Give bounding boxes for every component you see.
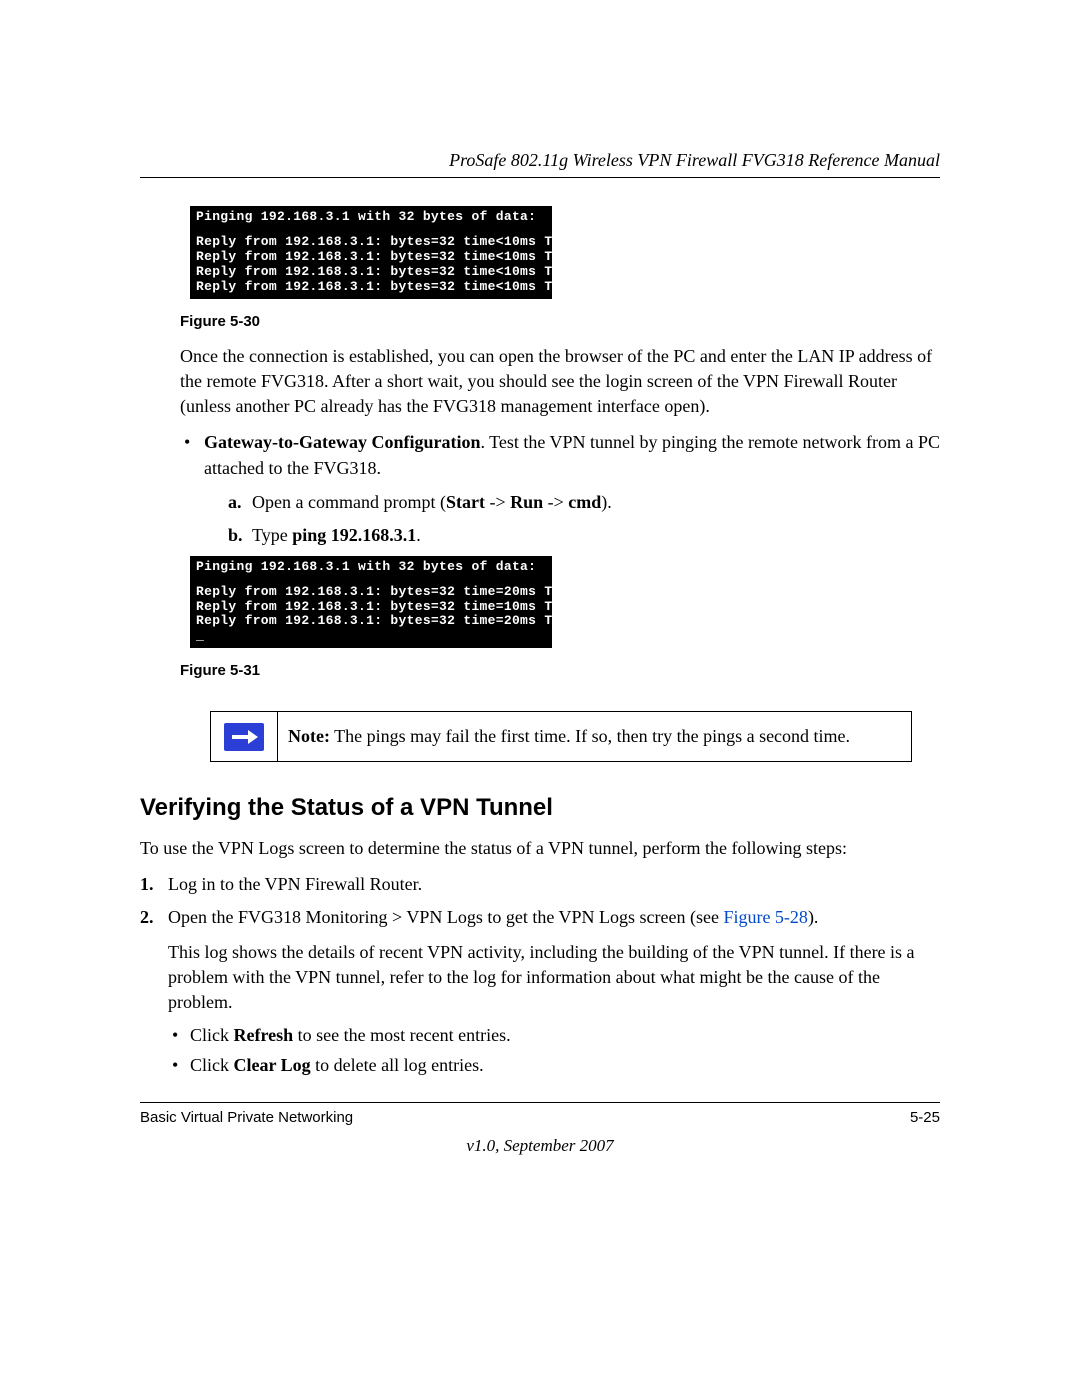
section-intro: To use the VPN Logs screen to determine … bbox=[140, 836, 940, 861]
step-a-run: Run bbox=[510, 492, 543, 512]
arrow-right-icon bbox=[224, 723, 264, 751]
step-b-ping: ping 192.168.3.1 bbox=[292, 525, 416, 545]
step-a-start: Start bbox=[446, 492, 485, 512]
note-box: Note: The pings may fail the first time.… bbox=[210, 711, 912, 762]
terminal-line: Reply from 192.168.3.1: bytes=32 time<10… bbox=[196, 234, 601, 249]
footer-chapter: Basic Virtual Private Networking bbox=[140, 1109, 353, 1126]
sub-clearlog-bold: Clear Log bbox=[234, 1055, 311, 1075]
step-a-sep2: -> bbox=[543, 492, 568, 512]
sub-refresh-bold: Refresh bbox=[234, 1025, 294, 1045]
step-1: Log in to the VPN Firewall Router. bbox=[140, 872, 940, 897]
note-body: The pings may fail the first time. If so… bbox=[330, 726, 850, 746]
terminal-line: Pinging 192.168.3.1 with 32 bytes of dat… bbox=[196, 209, 536, 224]
terminal-line: Reply from 192.168.3.1: bytes=32 time<10… bbox=[196, 279, 601, 294]
sub-clearlog: Click Clear Log to delete all log entrie… bbox=[168, 1053, 940, 1078]
footer-version: v1.0, September 2007 bbox=[140, 1136, 940, 1156]
step-a-post: ). bbox=[601, 492, 612, 512]
step-2-pre: Open the FVG318 Monitoring > VPN Logs to… bbox=[168, 907, 723, 927]
note-icon-cell bbox=[211, 712, 278, 761]
sub-refresh-post: to see the most recent entries. bbox=[293, 1025, 510, 1045]
terminal-line: Reply from 192.168.3.1: bytes=32 time=20… bbox=[196, 613, 601, 628]
page-header-title: ProSafe 802.11g Wireless VPN Firewall FV… bbox=[140, 150, 940, 171]
step-2-description: This log shows the details of recent VPN… bbox=[168, 940, 940, 1016]
section-heading-verify-vpn: Verifying the Status of a VPN Tunnel bbox=[140, 794, 940, 822]
sub-clearlog-pre: Click bbox=[190, 1055, 234, 1075]
terminal-line: Reply from 192.168.3.1: bytes=32 time<10… bbox=[196, 249, 601, 264]
footer-rule bbox=[140, 1102, 940, 1103]
step-a-pre: Open a command prompt ( bbox=[252, 492, 446, 512]
bullet-gateway: Gateway-to-Gateway Configuration. Test t… bbox=[180, 429, 940, 547]
note-text: Note: The pings may fail the first time.… bbox=[278, 712, 860, 761]
terminal-output-1: Pinging 192.168.3.1 with 32 bytes of dat… bbox=[190, 206, 552, 299]
terminal-line: Pinging 192.168.3.1 with 32 bytes of dat… bbox=[196, 559, 536, 574]
figure-label-30: Figure 5-30 bbox=[180, 313, 940, 330]
terminal-line: Reply from 192.168.3.1: bytes=32 time=10… bbox=[196, 599, 601, 614]
sub-refresh-pre: Click bbox=[190, 1025, 234, 1045]
header-rule bbox=[140, 177, 940, 178]
sub-clearlog-post: to delete all log entries. bbox=[311, 1055, 484, 1075]
step-a-sep1: -> bbox=[485, 492, 510, 512]
step-b: Type ping 192.168.3.1. bbox=[228, 522, 940, 548]
bullet-gateway-bold: Gateway-to-Gateway Configuration bbox=[204, 432, 480, 452]
terminal-line: Reply from 192.168.3.1: bytes=32 time=20… bbox=[196, 584, 601, 599]
step-a: Open a command prompt (Start -> Run -> c… bbox=[228, 489, 940, 515]
terminal-line: Reply from 192.168.3.1: bytes=32 time<10… bbox=[196, 264, 601, 279]
note-bold: Note: bbox=[288, 726, 330, 746]
paragraph-established: Once the connection is established, you … bbox=[180, 344, 940, 420]
footer-page-number: 5-25 bbox=[910, 1109, 940, 1126]
figure-label-31: Figure 5-31 bbox=[180, 662, 940, 679]
step-a-cmd: cmd bbox=[568, 492, 601, 512]
figure-link-5-28[interactable]: Figure 5-28 bbox=[723, 907, 808, 927]
step-b-post: . bbox=[416, 525, 421, 545]
step-2: Open the FVG318 Monitoring > VPN Logs to… bbox=[140, 905, 940, 1078]
terminal-output-2: Pinging 192.168.3.1 with 32 bytes of dat… bbox=[190, 556, 552, 649]
sub-refresh: Click Refresh to see the most recent ent… bbox=[168, 1023, 940, 1048]
step-2-post: ). bbox=[808, 907, 819, 927]
step-b-pre: Type bbox=[252, 525, 292, 545]
